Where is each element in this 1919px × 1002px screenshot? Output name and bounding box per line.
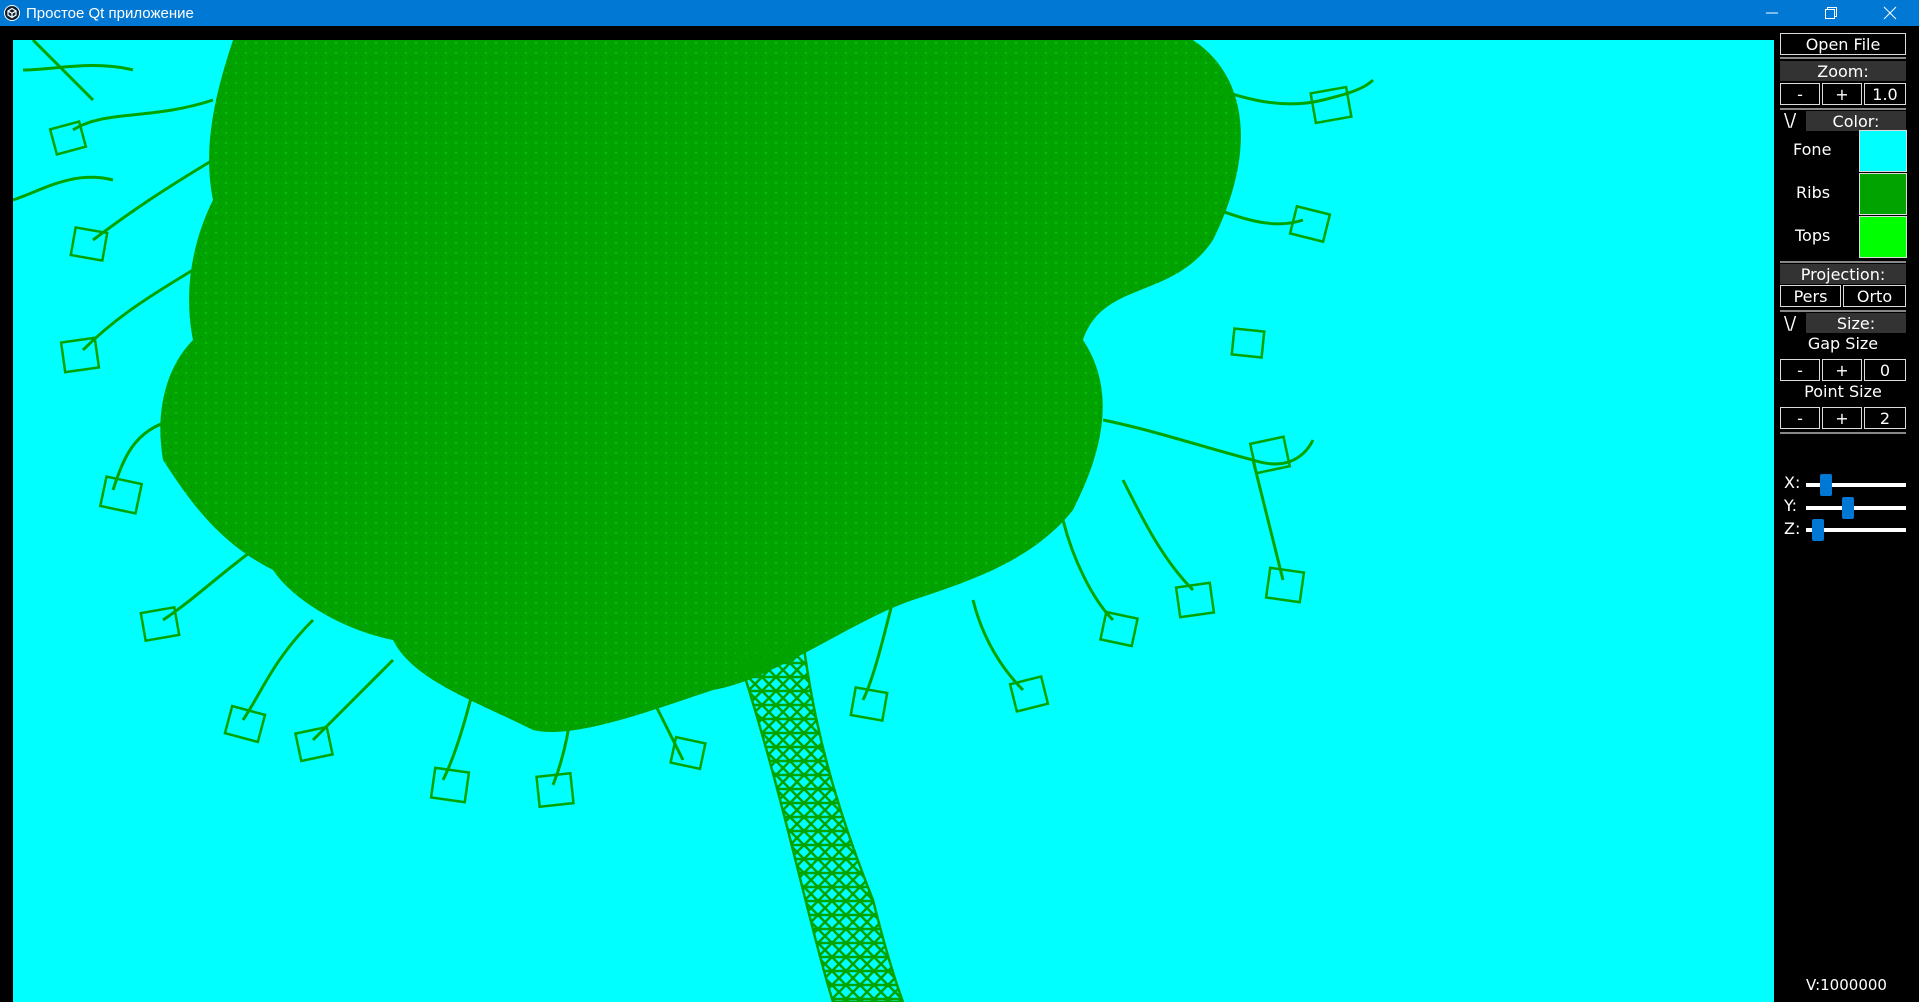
color-label-fone: Fone [1793,140,1832,159]
rotation-x-label: X: [1784,473,1801,492]
render-viewport[interactable] [13,40,1774,1002]
control-panel: Open File Zoom: - + 1.0 \/ Color: Fone R… [1774,26,1919,1002]
perspective-button[interactable]: Pers [1780,285,1841,307]
restore-button[interactable] [1801,0,1860,26]
zoom-in-button[interactable]: + [1822,83,1862,105]
gap-size-value: 0 [1864,359,1906,381]
rotation-y-label: Y: [1784,496,1798,515]
color-collapse-toggle[interactable]: \/ [1784,110,1796,131]
point-size-decrease-button[interactable]: - [1780,407,1820,429]
restore-icon [1824,7,1837,19]
size-collapse-toggle[interactable]: \/ [1784,313,1796,334]
divider [1780,432,1906,434]
color-header: Color: [1806,111,1906,131]
color-label-tops: Tops [1795,226,1831,245]
size-header: Size: [1806,313,1906,333]
orthographic-button[interactable]: Orto [1843,285,1906,307]
divider [1780,57,1906,59]
close-icon [1883,6,1896,20]
title-bar: Простое Qt приложение [0,0,1919,26]
gap-size-label: Gap Size [1807,334,1879,353]
rotation-z-label: Z: [1784,519,1801,538]
tops-color-swatch[interactable] [1859,216,1907,258]
divider [1780,310,1906,312]
point-size-increase-button[interactable]: + [1822,407,1862,429]
gap-size-increase-button[interactable]: + [1822,359,1862,381]
zoom-header: Zoom: [1780,61,1906,81]
rotation-y-slider-thumb[interactable] [1842,497,1854,519]
close-button[interactable] [1860,0,1919,26]
minimize-icon [1765,12,1778,14]
point-size-label: Point Size [1804,382,1882,401]
zoom-value: 1.0 [1864,83,1906,105]
gap-size-decrease-button[interactable]: - [1780,359,1820,381]
minimize-button[interactable] [1742,0,1801,26]
rotation-z-slider-thumb[interactable] [1812,519,1824,541]
color-label-ribs: Ribs [1796,183,1831,202]
divider [1780,108,1906,110]
qt-app-icon [4,5,20,21]
open-file-button[interactable]: Open File [1780,33,1906,55]
zoom-out-button[interactable]: - [1780,83,1820,105]
tree-wireframe [13,40,1375,1002]
divider [1780,261,1906,263]
rotation-y-slider[interactable] [1806,506,1906,510]
rotation-x-slider-thumb[interactable] [1820,474,1832,496]
ribs-color-swatch[interactable] [1859,173,1907,215]
projection-header: Projection: [1780,264,1906,284]
window-title: Простое Qt приложение [26,4,194,22]
point-size-value: 2 [1864,407,1906,429]
fone-color-swatch[interactable] [1859,130,1907,172]
vertex-count: V:1000000 [1806,976,1887,994]
